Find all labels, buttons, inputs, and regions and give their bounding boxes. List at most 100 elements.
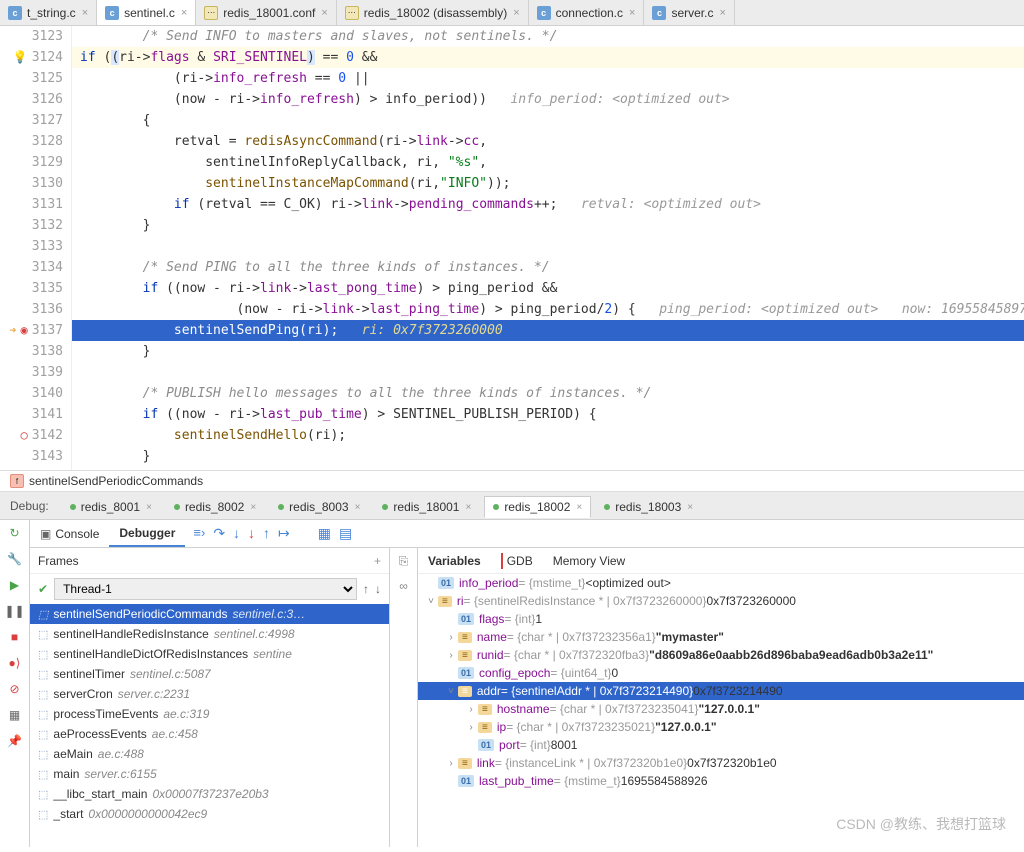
pause-icon[interactable]: ❚❚ [6,602,24,620]
variable-row[interactable]: 01flags = {int} 1 [418,610,1024,628]
type-badge-icon: ≡ [458,758,472,769]
close-icon[interactable]: × [181,7,187,19]
next-frame-icon[interactable]: ↓ [375,582,381,596]
settings-icon[interactable]: 🔧 [6,550,24,568]
run-config-tab[interactable]: redis_18003× [595,496,702,518]
tab-console[interactable]: ▣Console [30,520,109,547]
stack-frame-icon: ⬚ [38,808,48,821]
close-icon[interactable]: × [146,502,152,513]
close-icon[interactable]: × [719,7,725,19]
variable-row[interactable]: ˅≡addr = {sentinelAddr * | 0x7f372321449… [418,682,1024,700]
stack-frame-icon: ⬚ [38,648,48,661]
link-icon[interactable]: ∞ [399,579,408,593]
close-icon[interactable]: × [513,7,519,19]
frame-row[interactable]: ⬚processTimeEvents ae.c:319 [30,704,389,724]
close-icon[interactable]: × [82,7,88,19]
run-to-cursor-icon[interactable]: ↦ [278,525,290,542]
expand-icon[interactable]: › [464,704,478,715]
code-area[interactable]: /* Send INFO to masters and slaves, not … [72,26,1024,470]
file-tab[interactable]: csentinel.c× [97,0,196,25]
plus-icon[interactable]: + [374,554,381,568]
step-over-icon[interactable]: ↷ [213,525,225,542]
tab-debugger[interactable]: Debugger [109,520,185,547]
variable-row[interactable]: 01config_epoch = {uint64_t} 0 [418,664,1024,682]
layout-icon[interactable]: ▦ [6,706,24,724]
run-config-tab[interactable]: redis_8002× [165,496,265,518]
frame-row[interactable]: ⬚main server.c:6155 [30,764,389,784]
expand-icon[interactable]: › [444,758,458,769]
variable-row[interactable]: ›≡ip = {char * | 0x7f3723235021} "127.0.… [418,718,1024,736]
exec-arrow-icon: ➔ [9,320,16,341]
expand-icon[interactable]: ˅ [424,596,438,607]
frames-panel: Frames + ✔ Thread-1 ↑ ↓ ⬚sentinelSendPer… [30,548,390,847]
prev-frame-icon[interactable]: ↑ [363,582,369,596]
expand-icon[interactable]: › [444,650,458,661]
variable-row[interactable]: ›≡runid = {char * | 0x7f372320fba3} "d86… [418,646,1024,664]
variable-row[interactable]: 01info_period = {mstime_t} <optimized ou… [418,574,1024,592]
close-icon[interactable]: × [355,502,361,513]
frame-row[interactable]: ⬚aeProcessEvents ae.c:458 [30,724,389,744]
stack-frame-icon: ⬚ [38,668,48,681]
copy-icon[interactable]: ⎘ [399,554,409,569]
run-config-tab[interactable]: redis_18001× [373,496,480,518]
mute-breakpoints-icon[interactable]: ⊘ [6,680,24,698]
variable-row[interactable]: ›≡hostname = {char * | 0x7f3723235041} "… [418,700,1024,718]
more-icon[interactable]: ▤ [339,525,352,542]
expand-icon[interactable]: ˅ [444,686,458,697]
variable-row[interactable]: 01last_pub_time = {mstime_t} 16955845889… [418,772,1024,790]
step-into-icon[interactable]: ↓ [233,525,240,542]
close-icon[interactable]: × [687,502,693,513]
file-tab[interactable]: ⋯redis_18002 (disassembly)× [337,0,529,25]
close-icon[interactable]: × [576,502,582,513]
c-file-icon: c [652,6,666,20]
view-breakpoints-icon[interactable]: ●⟩ [6,654,24,672]
expand-icon[interactable]: › [464,722,478,733]
close-icon[interactable]: × [629,7,635,19]
tab-gdb[interactable]: GDB [491,554,543,568]
c-file-icon: c [105,6,119,20]
stack-frame-icon: ⬚ [38,768,48,781]
tab-memory-view[interactable]: Memory View [543,554,635,568]
file-tab[interactable]: ⋯redis_18001.conf× [196,0,337,25]
frame-row[interactable]: ⬚serverCron server.c:2231 [30,684,389,704]
frame-row[interactable]: ⬚__libc_start_main 0x00007f37237e20b3 [30,784,389,804]
frame-row[interactable]: ⬚sentinelHandleRedisInstance sentinel.c:… [30,624,389,644]
run-config-tab[interactable]: redis_8001× [61,496,161,518]
run-config-tab[interactable]: redis_8003× [269,496,369,518]
evaluate-icon[interactable]: ▦ [318,525,331,542]
frame-row[interactable]: ⬚sentinelTimer sentinel.c:5087 [30,664,389,684]
frame-row[interactable]: ⬚sentinelHandleDictOfRedisInstances sent… [30,644,389,664]
resume-icon[interactable]: ▶ [6,576,24,594]
hint-icon[interactable]: 💡 [13,47,28,68]
frame-row[interactable]: ⬚aeMain ae.c:488 [30,744,389,764]
variable-row[interactable]: ˅≡ri = {sentinelRedisInstance * | 0x7f37… [418,592,1024,610]
show-exec-point-icon[interactable]: ≡› [193,525,205,542]
variable-row[interactable]: ›≡name = {char * | 0x7f37232356a1} "myma… [418,628,1024,646]
debug-panel: ↻ 🔧 ▶ ❚❚ ■ ●⟩ ⊘ ▦ 📌 ▣Console Debugger ≡›… [0,520,1024,847]
run-status-icon [493,504,499,510]
frame-row[interactable]: ⬚_start 0x0000000000042ec9 [30,804,389,824]
breakpoint-icon[interactable]: ◉ [20,320,27,341]
thread-select[interactable]: Thread-1 [54,578,357,600]
step-out-icon[interactable]: ↑ [263,525,270,542]
file-tab[interactable]: cserver.c× [644,0,734,25]
close-icon[interactable]: × [321,7,327,19]
stack-frame-icon: ⬚ [38,748,48,761]
c-file-icon: c [8,6,22,20]
expand-icon[interactable]: › [444,632,458,643]
stop-icon[interactable]: ■ [6,628,24,646]
pin-icon[interactable]: 📌 [6,732,24,750]
breakpoint-disabled-icon[interactable]: ○ [20,425,27,446]
run-config-tab[interactable]: redis_18002× [484,496,591,518]
frame-row[interactable]: ⬚sentinelSendPeriodicCommands sentinel.c… [30,604,389,624]
file-tab[interactable]: ct_string.c× [0,0,97,25]
file-tab[interactable]: cconnection.c× [529,0,645,25]
variable-row[interactable]: ›≡link = {instanceLink * | 0x7f372320b1e… [418,754,1024,772]
tab-variables[interactable]: Variables [418,554,491,568]
force-step-into-icon[interactable]: ↓ [248,525,255,542]
stack-frame-icon: ⬚ [38,728,48,741]
close-icon[interactable]: × [465,502,471,513]
rerun-icon[interactable]: ↻ [6,524,24,542]
close-icon[interactable]: × [250,502,256,513]
variable-row[interactable]: 01port = {int} 8001 [418,736,1024,754]
